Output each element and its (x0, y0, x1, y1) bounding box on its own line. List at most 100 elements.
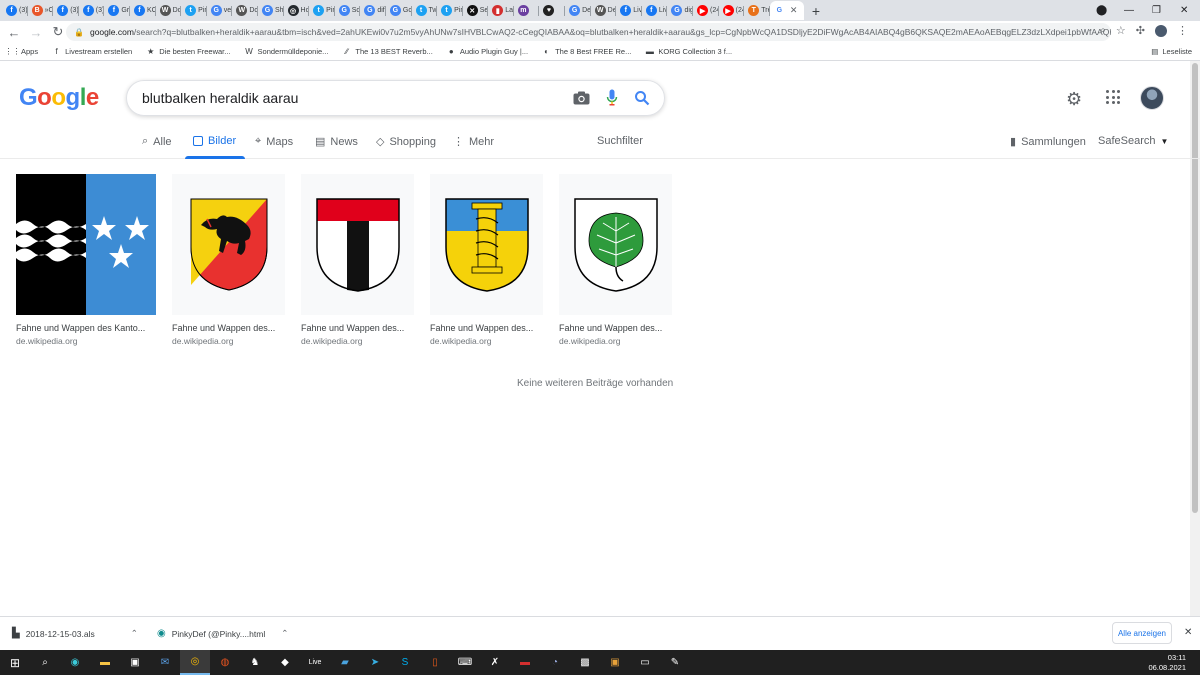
taskbar-search-icon[interactable]: ⌕ (30, 650, 60, 675)
close-tab-icon[interactable]: ✕ (790, 5, 798, 16)
google-apps-icon[interactable] (1106, 90, 1120, 104)
browser-tab[interactable]: Gdig (667, 1, 693, 20)
bookmark-item[interactable]: ★ Die besten Freewar... (146, 47, 230, 56)
browser-tab[interactable]: G Sh (258, 1, 284, 20)
address-bar[interactable]: 🔒 google.com/search?q=blutbalken+heraldi… (66, 23, 1111, 41)
search-filter-button[interactable]: Suchfilter (597, 135, 643, 147)
edge-icon[interactable]: ◉ (60, 650, 90, 675)
bookmark-item[interactable]: ∕∕ The 13 BEST Reverb... (342, 47, 433, 56)
tab-news[interactable]: ▤ News (315, 135, 358, 149)
browser-tab[interactable]: ▶ (24 (719, 1, 744, 20)
chevron-up-icon[interactable]: ⌃ (281, 628, 288, 639)
app-icon[interactable]: ◆ (270, 650, 300, 675)
result-caption[interactable]: Fahne und Wappen des... (430, 323, 570, 333)
safesearch-button[interactable]: SafeSearch ▼ (1098, 135, 1168, 147)
browser-tab[interactable]: W Dc (232, 1, 258, 20)
browser-tab[interactable]: f Gr (104, 1, 130, 20)
skype-icon[interactable]: S (390, 650, 420, 675)
browser-tab[interactable]: ▶ (24 (693, 1, 719, 20)
collections-button[interactable]: ▮ Sammlungen (1010, 135, 1086, 149)
result-card[interactable]: Fahne und Wappen des Kanto... de.wikiped… (16, 174, 156, 346)
app-icon[interactable]: ▩ (570, 650, 600, 675)
windows-start-icon[interactable]: ⊞ (0, 650, 30, 675)
browser-tab[interactable]: f KC (130, 1, 156, 20)
browser-tab[interactable]: ◎ Hc (284, 1, 310, 20)
result-thumbnail[interactable] (16, 174, 156, 315)
account-avatar[interactable] (1140, 86, 1164, 110)
browser-tab[interactable]: t Tw (412, 1, 437, 20)
microphone-icon[interactable] (606, 89, 618, 106)
browser-tab[interactable]: m (514, 1, 540, 20)
browser-tab[interactable]: Gver (207, 1, 232, 20)
result-thumbnail[interactable] (301, 174, 414, 315)
browser-tab[interactable]: G De (565, 1, 591, 20)
app-icon[interactable]: ▬ (510, 650, 540, 675)
zoom-icon[interactable]: ⌕ (1100, 25, 1106, 36)
new-tab-button[interactable]: + (812, 3, 820, 19)
browser-tab[interactable]: B »C (28, 1, 53, 20)
close-window-button[interactable]: ✕ (1180, 0, 1188, 21)
result-source[interactable]: de.wikipedia.org (559, 336, 699, 346)
bookmark-item[interactable]: f Livestream erstellen (52, 47, 132, 56)
browser-tab[interactable]: ♥ (539, 1, 565, 20)
google-logo[interactable]: Google (19, 84, 99, 112)
browser-tab[interactable]: Gdif (360, 1, 386, 20)
show-all-downloads-button[interactable]: Alle anzeigen (1112, 622, 1172, 644)
tab-maps[interactable]: ⌖ Maps (255, 135, 293, 148)
browser-tab[interactable]: t Pir (309, 1, 335, 20)
browser-tab[interactable]: W Dc (156, 1, 182, 20)
keyboard-icon[interactable]: ⌨ (450, 650, 480, 675)
browser-tab[interactable]: t Pir (181, 1, 207, 20)
reading-list-button[interactable]: ▤ Leseliste (1151, 47, 1192, 56)
app-icon[interactable]: ▰ (330, 650, 360, 675)
result-source[interactable]: de.wikipedia.org (16, 336, 156, 346)
tab-more[interactable]: ⋮ Mehr (453, 135, 494, 149)
extensions-icon[interactable]: ✣ (1136, 24, 1145, 37)
browser-tab[interactable]: f (3) (79, 1, 105, 20)
ubuntu-icon[interactable]: ◍ (210, 650, 240, 675)
bookmark-item[interactable]: ◐ The 8 Best FREE Re... (542, 47, 631, 56)
browser-tab[interactable]: ✕ Se (463, 1, 489, 20)
profile-tab-icon[interactable]: ⬤ (1096, 0, 1107, 21)
result-card[interactable]: Fahne und Wappen des... de.wikipedia.org (301, 174, 441, 346)
download-item[interactable]: ▙ 2018-12-15-03.als ⌃ (12, 628, 138, 639)
app-icon[interactable]: ◔ (540, 650, 570, 675)
result-card[interactable]: Fahne und Wappen des... de.wikipedia.org (559, 174, 699, 346)
result-source[interactable]: de.wikipedia.org (301, 336, 441, 346)
browser-tab[interactable]: G Gc (386, 1, 412, 20)
tab-shopping[interactable]: ◇ Shopping (376, 135, 436, 149)
close-downloads-icon[interactable]: ✕ (1184, 627, 1192, 638)
browser-tab[interactable]: f (3) (53, 1, 79, 20)
chrome-taskbar-icon[interactable]: ◎ (180, 650, 210, 675)
app-icon[interactable]: ✗ (480, 650, 510, 675)
camera-icon[interactable] (573, 91, 590, 105)
tab-all[interactable]: ⌕ Alle (142, 135, 172, 148)
telegram-icon[interactable]: ➤ (360, 650, 390, 675)
file-explorer-icon[interactable]: ▬ (90, 650, 120, 675)
menu-icon[interactable]: ⋮ (1177, 24, 1188, 37)
browser-tab[interactable]: f Liv (642, 1, 667, 20)
forward-button[interactable]: → (25, 25, 47, 40)
result-thumbnail[interactable] (430, 174, 543, 315)
minimize-button[interactable]: — (1124, 0, 1134, 21)
system-clock[interactable]: 03:11 06.08.2021 (1148, 653, 1186, 673)
browser-tab[interactable]: t Pir (437, 1, 463, 20)
browser-tab[interactable]: G So (335, 1, 361, 20)
search-input[interactable]: blutbalken heraldik aarau (126, 80, 665, 116)
result-source[interactable]: de.wikipedia.org (430, 336, 570, 346)
browser-tab[interactable]: T Tre (744, 1, 770, 20)
result-caption[interactable]: Fahne und Wappen des... (559, 323, 699, 333)
bookmark-item[interactable]: ● Audio Plugin Guy |... (447, 47, 528, 56)
result-card[interactable]: Fahne und Wappen des... de.wikipedia.org (430, 174, 570, 346)
notepad-icon[interactable]: ✎ (660, 650, 690, 675)
mail-icon[interactable]: ✉ (150, 650, 180, 675)
chevron-up-icon[interactable]: ⌃ (131, 628, 138, 639)
browser-tab-active[interactable]: G ✕ (769, 1, 804, 20)
download-item[interactable]: ◉ PinkyDef (@Pinky....html ⌃ (157, 628, 288, 639)
bookmark-item[interactable]: W Sondermülldeponie... (245, 47, 328, 56)
app-icon[interactable]: ▣ (600, 650, 630, 675)
result-caption[interactable]: Fahne und Wappen des... (172, 323, 312, 333)
result-thumbnail[interactable] (172, 174, 285, 315)
result-caption[interactable]: Fahne und Wappen des Kanto... (16, 323, 156, 333)
profile-avatar-small[interactable] (1155, 24, 1167, 37)
